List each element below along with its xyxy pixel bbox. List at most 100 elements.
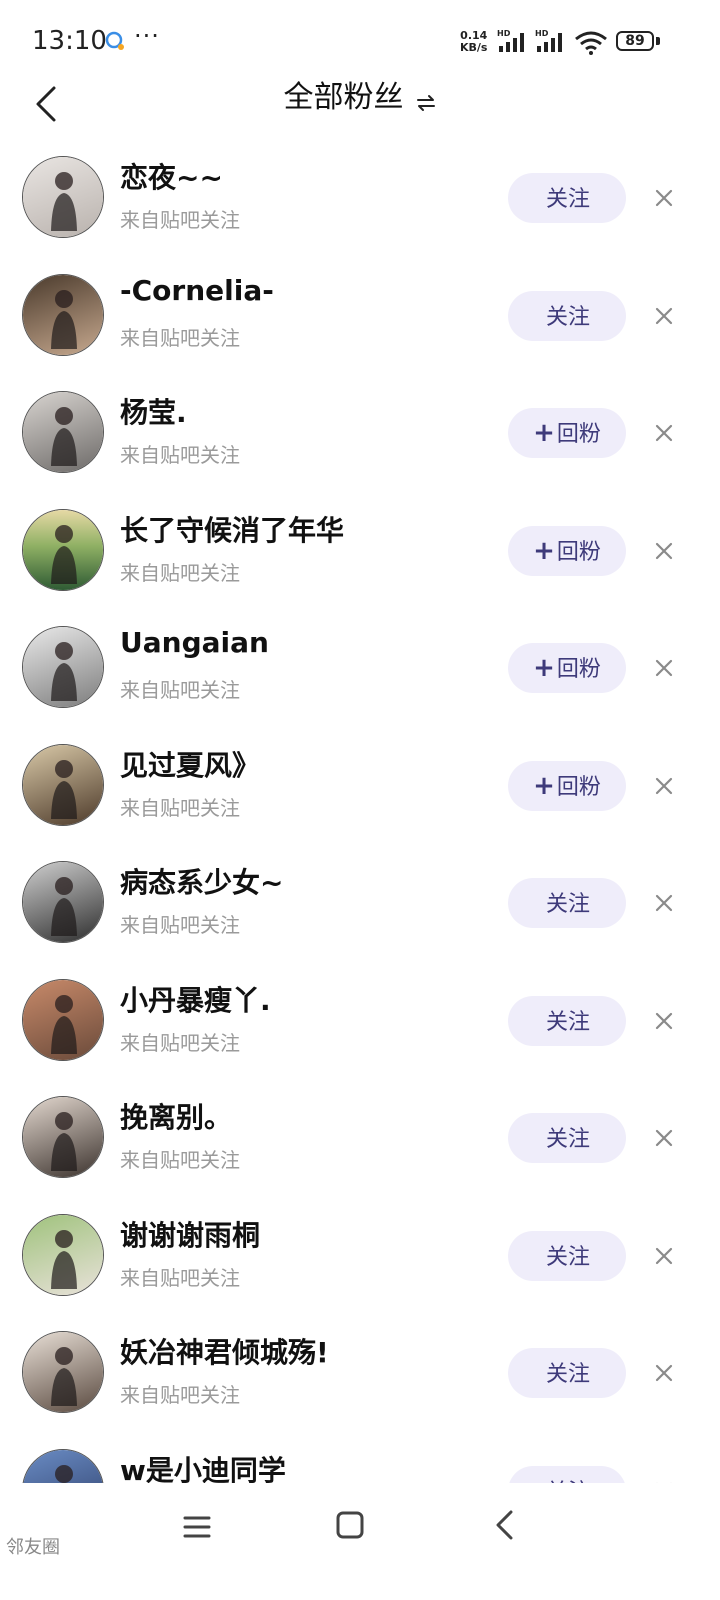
follow-button-label: 回粉 <box>556 539 601 565</box>
list-item[interactable]: 恋夜~~ 来自贴吧关注 关注 <box>0 148 720 266</box>
battery-tip <box>656 37 660 45</box>
list-item[interactable]: w是小迪同学 来自贴吧关注 关注 <box>0 1441 720 1484</box>
fan-name[interactable]: Uangaian <box>120 626 269 659</box>
avatar-person-shape <box>55 1464 73 1483</box>
follow-button[interactable]: +回粉 <box>508 760 626 811</box>
fan-source: 来自贴吧关注 <box>120 208 240 232</box>
fan-source: 来自贴吧关注 <box>120 1383 240 1407</box>
fan-source: 来自贴吧关注 <box>120 913 240 937</box>
fan-name[interactable]: 杨莹. <box>120 391 187 431</box>
avatar-person-shape <box>51 877 77 936</box>
list-item[interactable]: 挽离别。 来自贴吧关注 关注 <box>0 1088 720 1206</box>
battery-indicator: 89 <box>616 31 654 51</box>
remove-fan-button[interactable] <box>652 891 676 915</box>
fan-name[interactable]: 小丹暴瘦丫. <box>120 979 271 1019</box>
remove-fan-button[interactable] <box>652 1361 676 1385</box>
avatar[interactable] <box>22 1213 104 1296</box>
list-item[interactable]: 妖冶神君倾城殇! 来自贴吧关注 关注 <box>0 1323 720 1441</box>
avatar-person-shape <box>51 1229 77 1289</box>
avatar[interactable] <box>22 861 104 943</box>
remove-fan-button[interactable] <box>652 1244 676 1268</box>
fan-source: 来自贴吧关注 <box>120 560 240 585</box>
home-icon[interactable] <box>336 1511 364 1539</box>
network-speed: 0.14 KB/s <box>460 29 488 54</box>
fan-source: 来自贴吧关注 <box>120 1030 240 1055</box>
fan-name[interactable]: 见过夏风》 <box>120 744 260 784</box>
follow-button-label: 关注 <box>545 187 590 212</box>
fan-name[interactable]: 妖冶神君倾城殇! <box>120 1331 329 1371</box>
follow-button[interactable]: +回粉 <box>508 643 626 693</box>
follow-button[interactable]: 关注 <box>508 173 626 223</box>
avatar-person-shape <box>51 524 77 584</box>
avatar[interactable] <box>22 626 104 708</box>
follow-button[interactable]: 关注 <box>508 1230 626 1281</box>
fan-name[interactable]: 恋夜~~ <box>120 156 223 196</box>
list-item[interactable]: Uangaian 来自贴吧关注 +回粉 <box>0 618 720 736</box>
avatar[interactable] <box>22 508 104 591</box>
list-item[interactable]: 病态系少女~ 来自贴吧关注 关注 <box>0 853 720 971</box>
follow-button[interactable]: +回粉 <box>508 408 626 458</box>
fan-name[interactable]: -Cornelia- <box>120 274 274 307</box>
fan-source: 来自贴吧关注 <box>120 1148 240 1172</box>
fan-name[interactable]: 挽离别。 <box>120 1096 232 1136</box>
swap-icon[interactable] <box>415 93 437 113</box>
remove-fan-button[interactable] <box>652 421 676 445</box>
list-item[interactable]: 见过夏风》 来自贴吧关注 +回粉 <box>0 736 720 854</box>
follow-button[interactable]: 关注 <box>508 1348 626 1398</box>
system-nav-bar: 邻友圈 <box>0 1483 720 1600</box>
fan-name[interactable]: 谢谢谢雨桐 <box>120 1214 260 1254</box>
remove-fan-button[interactable] <box>652 1126 676 1150</box>
fan-name[interactable]: 长了守候消了年华 <box>120 509 344 549</box>
fan-name[interactable]: w是小迪同学 <box>120 1449 286 1484</box>
follow-button[interactable]: 关注 <box>508 1113 626 1163</box>
signal-icon: HD <box>497 29 524 52</box>
avatar-person-shape <box>51 172 77 231</box>
plus-icon: + <box>533 653 555 683</box>
fan-source: 来自贴吧关注 <box>120 795 240 820</box>
list-item[interactable]: -Cornelia- 来自贴吧关注 关注 <box>0 266 720 384</box>
remove-fan-button[interactable] <box>652 656 676 680</box>
follow-button[interactable]: 关注 <box>508 878 626 928</box>
status-bar: 13:10 ··· 0.14 KB/s HD HD 89 <box>0 0 720 84</box>
avatar-person-shape <box>51 1112 77 1171</box>
avatar[interactable] <box>22 156 104 238</box>
fan-source: 来自贴吧关注 <box>120 325 240 350</box>
menu-icon[interactable] <box>183 1513 211 1541</box>
remove-fan-button[interactable] <box>652 1009 676 1033</box>
watermark: 邻友圈 <box>6 1537 60 1558</box>
avatar[interactable] <box>22 1448 104 1483</box>
follow-button[interactable]: 关注 <box>508 290 626 341</box>
avatar-person-shape <box>51 1347 77 1406</box>
follow-button[interactable]: 关注 <box>508 995 626 1046</box>
fan-source: 来自贴吧关注 <box>120 678 240 702</box>
signal-icon-2: HD <box>535 29 562 52</box>
fan-name[interactable]: 病态系少女~ <box>120 861 283 901</box>
wifi-icon <box>575 31 607 55</box>
fan-source: 来自贴吧关注 <box>120 443 240 467</box>
remove-fan-button[interactable] <box>652 539 676 563</box>
svg-text:HD: HD <box>497 29 511 38</box>
list-item[interactable]: 小丹暴瘦丫. 来自贴吧关注 关注 <box>0 971 720 1089</box>
avatar[interactable] <box>22 1331 104 1413</box>
list-item[interactable]: 长了守候消了年华 来自贴吧关注 +回粉 <box>0 501 720 619</box>
plus-icon: + <box>533 770 555 801</box>
header: 全部粉丝 <box>0 83 720 148</box>
title-area: 全部粉丝 <box>0 83 720 113</box>
more-notifications-icon: ··· <box>134 22 160 50</box>
remove-fan-button[interactable] <box>652 186 676 210</box>
avatar[interactable] <box>22 743 104 826</box>
list-item[interactable]: 杨莹. 来自贴吧关注 +回粉 <box>0 383 720 501</box>
avatar[interactable] <box>22 1096 104 1178</box>
avatar[interactable] <box>22 391 104 473</box>
remove-fan-button[interactable] <box>652 774 676 798</box>
avatar[interactable] <box>22 273 104 356</box>
follow-button[interactable]: 关注 <box>508 1465 626 1483</box>
fans-list[interactable]: 恋夜~~ 来自贴吧关注 关注 -Cornelia- 来自贴吧关注 关注 杨莹. … <box>0 148 720 1483</box>
remove-fan-button[interactable] <box>652 304 676 328</box>
back-icon[interactable] <box>494 1509 516 1541</box>
follow-button[interactable]: +回粉 <box>508 525 626 576</box>
avatar[interactable] <box>22 978 104 1061</box>
avatar-person-shape <box>51 759 77 819</box>
avatar-person-shape <box>51 289 77 349</box>
list-item[interactable]: 谢谢谢雨桐 来自贴吧关注 关注 <box>0 1206 720 1324</box>
